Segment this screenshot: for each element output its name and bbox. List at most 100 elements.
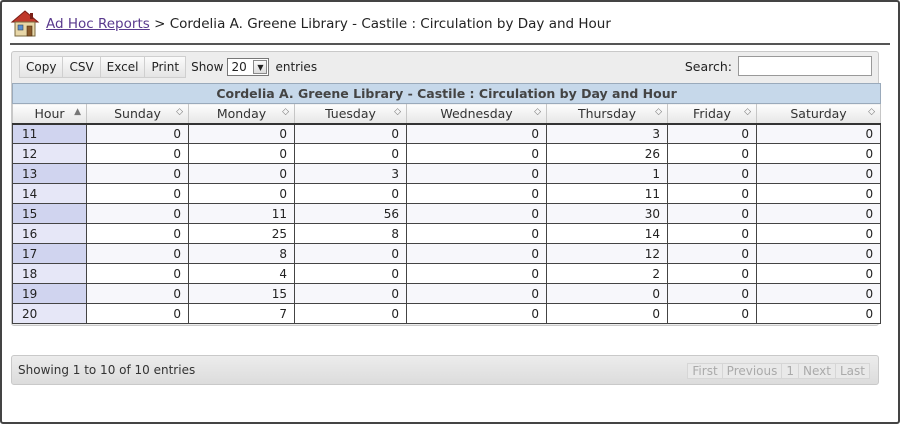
count-cell-friday: 0 [667, 283, 757, 304]
breadcrumb: Ad Hoc Reports > Cordelia A. Greene Libr… [46, 16, 611, 32]
count-cell-tuesday: 0 [294, 143, 407, 164]
count-cell-friday: 0 [667, 243, 757, 264]
count-cell-saturday: 0 [755, 163, 882, 184]
app-window: Ad Hoc Reports > Cordelia A. Greene Libr… [0, 0, 900, 424]
hour-cell: 15 [12, 203, 87, 224]
hour-cell: 13 [12, 163, 87, 184]
count-cell-friday: 0 [667, 143, 757, 164]
count-cell-monday: 25 [188, 223, 295, 244]
column-header-friday[interactable]: Friday ◇ [667, 103, 757, 125]
hour-cell: 18 [12, 263, 87, 284]
pager-previous[interactable]: Previous [721, 363, 783, 379]
count-cell-monday: 4 [188, 263, 295, 284]
table-footer: Showing 1 to 10 of 10 entries First Previ… [11, 355, 879, 385]
column-header-saturday[interactable]: Saturday ◇ [755, 103, 882, 125]
column-header-sunday[interactable]: Sunday ◇ [86, 103, 189, 125]
table-row: 13 0 0 3 0 1 0 0 [12, 163, 882, 184]
table-caption: Cordelia A. Greene Library - Castile : C… [11, 83, 882, 104]
sort-both-icon: ◇ [534, 107, 541, 117]
pager-1[interactable]: 1 [781, 363, 800, 379]
count-cell-thursday: 11 [546, 183, 668, 204]
report-table-panel: Copy CSV Excel Print Show 20 ▼ entries S… [11, 51, 882, 326]
count-cell-thursday: 14 [546, 223, 668, 244]
hour-cell: 12 [12, 143, 87, 164]
pager-next[interactable]: Next [798, 363, 836, 379]
column-header-label: Friday [693, 105, 731, 121]
count-cell-monday: 7 [188, 303, 295, 324]
csv-button[interactable]: CSV [62, 56, 101, 78]
count-cell-monday: 0 [188, 123, 295, 144]
page-header: Ad Hoc Reports > Cordelia A. Greene Libr… [10, 8, 888, 40]
count-cell-sunday: 0 [86, 163, 189, 184]
hour-cell: 17 [12, 243, 87, 264]
count-cell-saturday: 0 [755, 143, 882, 164]
copy-button[interactable]: Copy [19, 56, 64, 78]
count-cell-sunday: 0 [86, 143, 189, 164]
count-cell-tuesday: 8 [294, 223, 407, 244]
show-label: Show [191, 60, 224, 74]
table-row: 18 0 4 0 0 2 0 0 [12, 263, 882, 284]
house-icon [10, 10, 40, 37]
entries-select[interactable]: 20 ▼ [227, 58, 270, 76]
count-cell-sunday: 0 [86, 243, 189, 264]
breadcrumb-link-ad-hoc-reports[interactable]: Ad Hoc Reports [46, 16, 150, 32]
header-divider [10, 43, 890, 45]
count-cell-thursday: 2 [546, 263, 668, 284]
breadcrumb-separator: > [154, 16, 166, 32]
count-cell-tuesday: 56 [294, 203, 407, 224]
chevron-down-icon[interactable]: ▼ [253, 60, 268, 74]
search-label: Search: [684, 58, 732, 74]
count-cell-saturday: 0 [755, 283, 882, 304]
table-row: 17 0 8 0 0 12 0 0 [12, 243, 882, 264]
table-info: Showing 1 to 10 of 10 entries [18, 363, 196, 377]
count-cell-sunday: 0 [86, 263, 189, 284]
count-cell-thursday: 3 [546, 123, 668, 144]
count-cell-wednesday: 0 [406, 223, 547, 244]
count-cell-thursday: 1 [546, 163, 668, 184]
column-header-wednesday[interactable]: Wednesday ◇ [406, 103, 547, 125]
count-cell-friday: 0 [667, 183, 757, 204]
count-cell-sunday: 0 [86, 223, 189, 244]
column-header-tuesday[interactable]: Tuesday ◇ [294, 103, 407, 125]
count-cell-monday: 15 [188, 283, 295, 304]
excel-button[interactable]: Excel [99, 56, 146, 78]
count-cell-saturday: 0 [755, 123, 882, 144]
print-button[interactable]: Print [144, 56, 187, 78]
count-cell-tuesday: 0 [294, 283, 407, 304]
sort-asc-icon: ▲ [74, 107, 81, 117]
table-row: 12 0 0 0 0 26 0 0 [12, 143, 882, 164]
count-cell-thursday: 26 [546, 143, 668, 164]
count-cell-tuesday: 0 [294, 263, 407, 284]
count-cell-thursday: 12 [546, 243, 668, 264]
count-cell-thursday: 0 [546, 303, 668, 324]
table-toolbar: Copy CSV Excel Print Show 20 ▼ entries S… [12, 52, 878, 82]
count-cell-wednesday: 0 [406, 163, 547, 184]
count-cell-wednesday: 0 [406, 243, 547, 264]
column-header-monday[interactable]: Monday ◇ [188, 103, 295, 125]
sort-both-icon: ◇ [868, 107, 876, 117]
count-cell-saturday: 0 [755, 303, 882, 324]
count-cell-saturday: 0 [755, 223, 882, 244]
column-header-label: Thursday [577, 105, 637, 121]
hour-cell: 19 [12, 283, 87, 304]
count-cell-friday: 0 [667, 123, 757, 144]
count-cell-tuesday: 0 [294, 243, 407, 264]
count-cell-friday: 0 [667, 223, 757, 244]
pager-first[interactable]: First [687, 363, 723, 379]
count-cell-thursday: 30 [546, 203, 668, 224]
count-cell-sunday: 0 [86, 303, 189, 324]
count-cell-sunday: 0 [86, 183, 189, 204]
hour-cell: 11 [12, 123, 87, 144]
column-header-thursday[interactable]: Thursday ◇ [546, 103, 668, 125]
count-cell-monday: 0 [188, 163, 295, 184]
hour-cell: 16 [12, 223, 87, 244]
count-cell-friday: 0 [667, 263, 757, 284]
count-cell-monday: 8 [188, 243, 295, 264]
pager-last[interactable]: Last [835, 363, 870, 379]
count-cell-wednesday: 0 [406, 283, 547, 304]
count-cell-saturday: 0 [755, 203, 882, 224]
column-header-hour[interactable]: Hour ▲ [12, 103, 87, 125]
count-cell-friday: 0 [667, 203, 757, 224]
search-input[interactable] [738, 56, 872, 76]
count-cell-tuesday: 0 [294, 303, 407, 324]
